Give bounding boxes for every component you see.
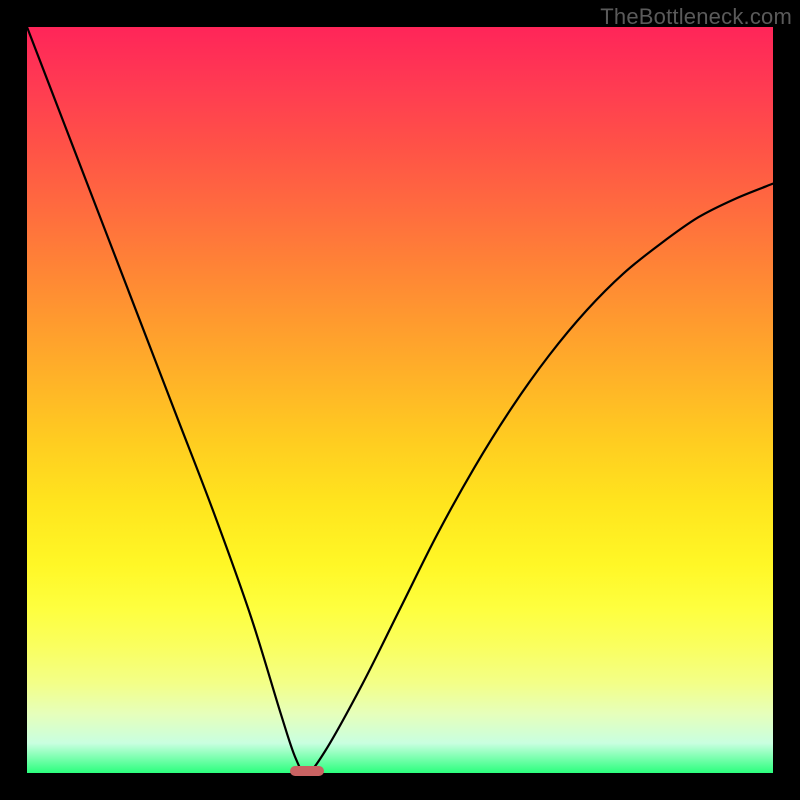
bottleneck-curve [0, 0, 800, 800]
min-marker [290, 766, 324, 776]
watermark-text: TheBottleneck.com [600, 4, 792, 30]
